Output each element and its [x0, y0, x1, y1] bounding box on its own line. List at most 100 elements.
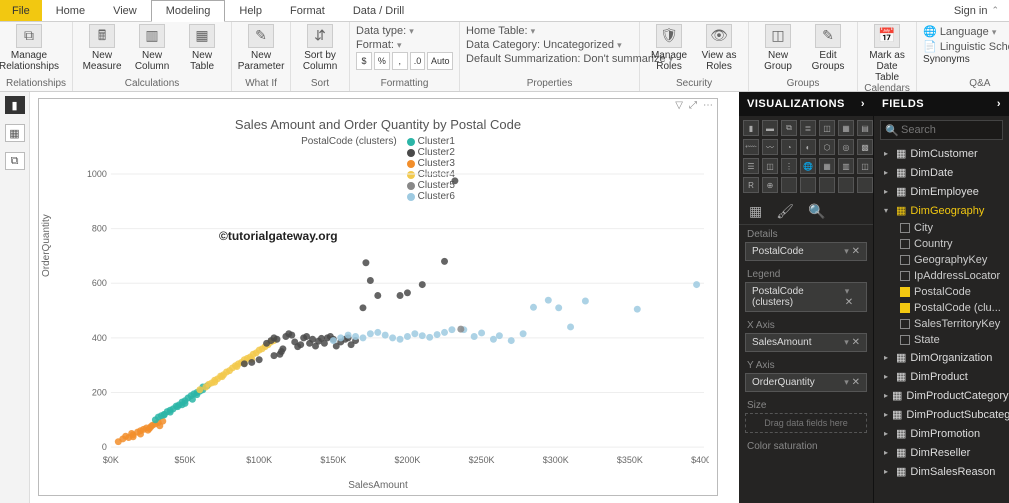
- field-chip[interactable]: PostalCode▾ ✕: [745, 242, 867, 261]
- field-chip[interactable]: OrderQuantity▾ ✕: [745, 373, 867, 392]
- table-row[interactable]: ▸▦DimCustomer: [874, 144, 1009, 163]
- new-table-button[interactable]: ▦New Table: [179, 24, 225, 72]
- fields-header[interactable]: FIELDS›: [874, 92, 1009, 116]
- new-group-button[interactable]: ◫New Group: [755, 24, 801, 72]
- home-table-dropdown[interactable]: Home Table: ▾: [466, 24, 633, 38]
- field-chip[interactable]: SalesAmount▾ ✕: [745, 333, 867, 352]
- viz-type-icon[interactable]: ◫: [819, 120, 835, 136]
- linguistic-schema-dropdown[interactable]: 📄 Linguistic Schema ▾: [923, 39, 1009, 54]
- table-row[interactable]: ▸▦DimPromotion: [874, 424, 1009, 443]
- viz-type-icon[interactable]: ⊕: [762, 177, 778, 193]
- table-row[interactable]: ▸▦DimSalesReason: [874, 462, 1009, 481]
- checkbox[interactable]: [900, 319, 910, 329]
- tab-data-drill[interactable]: Data / Drill: [339, 0, 418, 21]
- field-item[interactable]: SalesTerritoryKey: [874, 316, 1009, 332]
- table-row[interactable]: ▾▦DimGeography: [874, 201, 1009, 220]
- remove-field-icon[interactable]: ✕: [852, 246, 860, 257]
- checkbox[interactable]: [900, 303, 910, 313]
- remove-field-icon[interactable]: ✕: [852, 337, 860, 348]
- tab-help[interactable]: Help: [225, 0, 276, 21]
- tab-modeling[interactable]: Modeling: [151, 0, 226, 22]
- tab-home[interactable]: Home: [42, 0, 99, 21]
- checkbox[interactable]: [900, 271, 910, 281]
- sign-in-link[interactable]: Sign in ⌃: [944, 0, 1009, 21]
- viz-type-icon[interactable]: ⧉: [781, 120, 797, 136]
- viz-type-icon[interactable]: ⋮: [781, 158, 797, 174]
- field-item[interactable]: PostalCode (clu...: [874, 300, 1009, 316]
- viz-type-icon[interactable]: ◔: [781, 139, 797, 155]
- legend-item[interactable]: Cluster3: [407, 158, 455, 169]
- auto-spinner[interactable]: Auto: [427, 52, 453, 70]
- comma-button[interactable]: ,: [392, 52, 408, 70]
- model-view-button[interactable]: ⧉: [5, 152, 25, 170]
- new-column-button[interactable]: ▥New Column: [129, 24, 175, 72]
- field-item[interactable]: State: [874, 332, 1009, 348]
- table-row[interactable]: ▸▦DimEmployee: [874, 182, 1009, 201]
- checkbox[interactable]: [900, 287, 910, 297]
- remove-field-icon[interactable]: ✕: [852, 377, 860, 388]
- viz-type-icon[interactable]: [857, 177, 873, 193]
- manage-relationships-button[interactable]: ⧉Manage Relationships: [6, 24, 52, 72]
- checkbox[interactable]: [900, 239, 910, 249]
- manage-roles-button[interactable]: 🛡Manage Roles: [646, 24, 692, 72]
- decimals-button[interactable]: .0: [410, 52, 426, 70]
- view-as-roles-button[interactable]: 👁View as Roles: [696, 24, 742, 72]
- table-row[interactable]: ▸▦DimProductCategory: [874, 386, 1009, 405]
- tab-format[interactable]: Format: [276, 0, 339, 21]
- legend-item[interactable]: Cluster1: [407, 136, 455, 147]
- field-item[interactable]: GeographyKey: [874, 252, 1009, 268]
- viz-type-icon[interactable]: R: [743, 177, 759, 193]
- new-measure-button[interactable]: 🖩New Measure: [79, 24, 125, 72]
- legend-item[interactable]: Cluster2: [407, 147, 455, 158]
- viz-type-icon[interactable]: [800, 177, 816, 193]
- data-category-dropdown[interactable]: Data Category: Uncategorized ▾: [466, 38, 633, 52]
- checkbox[interactable]: [900, 223, 910, 233]
- viz-type-icon[interactable]: ▤: [857, 120, 873, 136]
- table-row[interactable]: ▸▦DimDate: [874, 163, 1009, 182]
- viz-type-icon[interactable]: ☰: [743, 158, 759, 174]
- viz-type-icon[interactable]: [781, 177, 797, 193]
- viz-type-icon[interactable]: ▮: [743, 120, 759, 136]
- summarization-dropdown[interactable]: Default Summarization: Don't summarize ▾: [466, 52, 633, 66]
- currency-button[interactable]: $: [356, 52, 372, 70]
- viz-type-icon[interactable]: ▥: [838, 158, 854, 174]
- synonyms-button[interactable]: Synonyms: [923, 54, 1009, 65]
- viz-type-icon[interactable]: ◐: [800, 139, 816, 155]
- viz-type-icon[interactable]: ⬡: [819, 139, 835, 155]
- viz-type-icon[interactable]: ▦: [838, 120, 854, 136]
- table-row[interactable]: ▸▦DimReseller: [874, 443, 1009, 462]
- sort-by-column-button[interactable]: ⇵Sort by Column: [297, 24, 343, 72]
- table-row[interactable]: ▸▦DimProductSubcateg...: [874, 405, 1009, 424]
- data-view-button[interactable]: ▦: [5, 124, 25, 142]
- field-item[interactable]: IpAddressLocator: [874, 268, 1009, 284]
- field-chip[interactable]: PostalCode (clusters)▾ ✕: [745, 282, 867, 312]
- viz-type-icon[interactable]: 〰: [762, 139, 778, 155]
- viz-type-icon[interactable]: ▬: [762, 120, 778, 136]
- filter-icon[interactable]: ▽: [675, 100, 683, 114]
- checkbox[interactable]: [900, 255, 910, 265]
- language-dropdown[interactable]: 🌐 Language ▾: [923, 24, 1009, 39]
- mark-date-table-button[interactable]: 📅Mark as Date Table: [864, 24, 910, 83]
- viz-type-icon[interactable]: [838, 177, 854, 193]
- drop-zone[interactable]: Drag data fields here: [745, 413, 867, 433]
- field-item[interactable]: City: [874, 220, 1009, 236]
- field-item[interactable]: Country: [874, 236, 1009, 252]
- viz-type-icon[interactable]: [819, 177, 835, 193]
- edit-groups-button[interactable]: ✎Edit Groups: [805, 24, 851, 72]
- focus-mode-icon[interactable]: ⤢: [689, 100, 697, 114]
- viz-type-icon[interactable]: ≣: [800, 120, 816, 136]
- format-tab-icon[interactable]: 🖌: [776, 203, 794, 220]
- tab-view[interactable]: View: [99, 0, 151, 21]
- checkbox[interactable]: [900, 335, 910, 345]
- fields-tab-icon[interactable]: ▦: [749, 203, 762, 220]
- viz-type-icon[interactable]: ▩: [857, 139, 873, 155]
- percent-button[interactable]: %: [374, 52, 390, 70]
- viz-type-icon[interactable]: ⬳: [743, 139, 759, 155]
- viz-type-icon[interactable]: ◎: [838, 139, 854, 155]
- scatter-chart-visual[interactable]: ▽ ⤢ ⋯ Sales Amount and Order Quantity by…: [38, 98, 718, 496]
- viz-type-icon[interactable]: 🌐: [800, 158, 816, 174]
- report-canvas[interactable]: ▽ ⤢ ⋯ Sales Amount and Order Quantity by…: [30, 92, 739, 503]
- format-dropdown[interactable]: Format: ▾: [356, 38, 453, 52]
- viz-type-icon[interactable]: ▦: [819, 158, 835, 174]
- analytics-tab-icon[interactable]: 🔍: [808, 203, 825, 220]
